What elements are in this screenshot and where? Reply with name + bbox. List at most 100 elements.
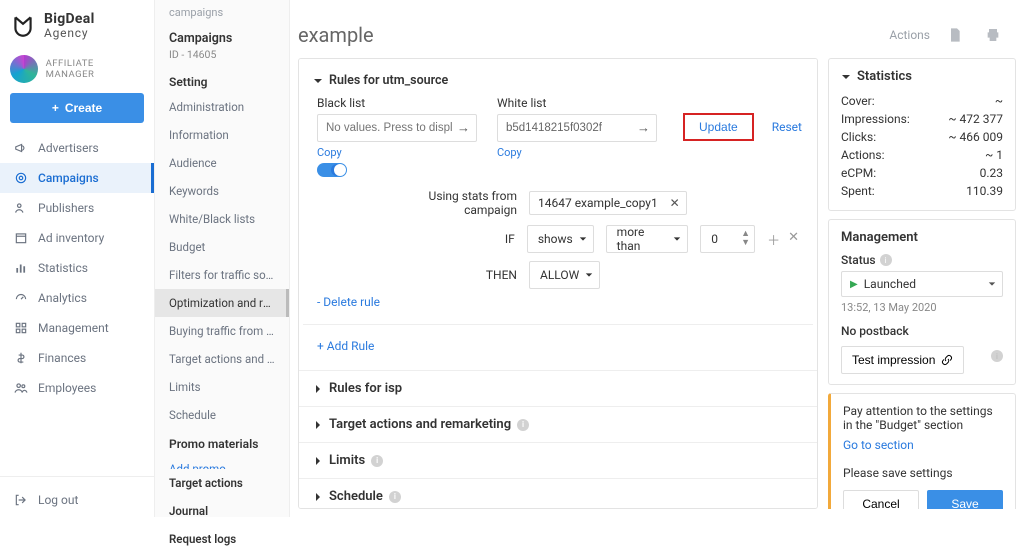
play-icon: ▶: [850, 279, 858, 290]
chevron-down-icon: [673, 235, 681, 243]
add-rule-link[interactable]: + Add Rule: [317, 339, 374, 353]
whitelist-input-wrap[interactable]: →: [497, 114, 657, 142]
caret-down-icon: [841, 72, 851, 82]
statistics-title: Statistics: [857, 69, 912, 84]
setting-item[interactable]: Filters for traffic sour…: [155, 261, 289, 289]
rule-toggle[interactable]: [317, 163, 347, 177]
whitelist-label: White list: [497, 96, 657, 110]
status-select[interactable]: ▶ Launched: [841, 271, 1003, 297]
rules-isp-title: Rules for isp: [329, 381, 402, 396]
test-impression-label: Test impression: [852, 353, 935, 367]
close-icon[interactable]: ✕: [670, 196, 680, 210]
rules-utm-source-header[interactable]: Rules for utm_source: [313, 69, 803, 96]
sub-item[interactable]: Target actions: [155, 469, 289, 497]
nav-label: Advertisers: [38, 141, 99, 155]
setting-item[interactable]: White/Black lists: [155, 205, 289, 233]
users-icon: [14, 201, 28, 215]
please-save-label: Please save settings: [843, 466, 1003, 480]
nav-item-statistics[interactable]: Statistics: [0, 253, 154, 283]
create-button[interactable]: + Create: [10, 93, 144, 123]
stat-value: 0.23: [980, 166, 1003, 180]
nav-label: Management: [38, 321, 109, 335]
save-button[interactable]: Save: [927, 490, 1003, 509]
nav-item-campaigns[interactable]: Campaigns: [0, 163, 154, 193]
section-header[interactable]: Target actions and remarketing i: [299, 406, 817, 442]
caret-right-icon: [313, 456, 323, 466]
sub-sidebar: campaigns Campaigns ID - 14605 Setting A…: [155, 0, 290, 517]
nav-item-analytics[interactable]: Analytics: [0, 283, 154, 313]
nav-item-advertisers[interactable]: Advertisers: [0, 133, 154, 163]
setting-item[interactable]: Administration: [155, 93, 289, 121]
update-button[interactable]: Update: [683, 113, 754, 141]
print-icon[interactable]: [980, 22, 1006, 48]
nav-item-management[interactable]: Management: [0, 313, 154, 343]
section-header[interactable]: Schedule i: [299, 478, 817, 509]
goto-section-link[interactable]: Go to section: [843, 438, 1003, 452]
test-impression-button[interactable]: Test impression: [841, 346, 964, 374]
setting-item[interactable]: Information: [155, 121, 289, 149]
if-op-select[interactable]: more than: [606, 225, 689, 253]
warning-card: Pay attention to the settings in the "Bu…: [828, 393, 1016, 509]
nav-item-finances[interactable]: Finances: [0, 343, 154, 373]
then-label: THEN: [477, 268, 517, 282]
campaign-chip[interactable]: 14647 example_copy1 ✕: [529, 191, 687, 215]
stat-row: eCPM:0.23: [841, 164, 1003, 182]
add-condition-icon[interactable]: ＋: [767, 230, 780, 249]
nav-item-publishers[interactable]: Publishers: [0, 193, 154, 223]
copy-blacklist[interactable]: Copy: [317, 146, 477, 159]
status-value: Launched: [864, 277, 916, 291]
arrow-right-icon[interactable]: →: [457, 120, 470, 136]
nav-label: Publishers: [38, 201, 94, 215]
setting-item[interactable]: Limits: [155, 373, 289, 401]
remove-condition-icon[interactable]: ✕: [788, 230, 799, 249]
nav-item-employees[interactable]: Employees: [0, 373, 154, 403]
no-postback-label: No postback: [841, 324, 1003, 338]
logout[interactable]: Log out: [0, 483, 154, 517]
actions-menu[interactable]: Actions: [889, 28, 930, 42]
whitelist-input[interactable]: [498, 122, 656, 134]
if-value-input[interactable]: 0 ▲▼: [700, 225, 755, 253]
stat-row: Spent:110.39: [841, 182, 1003, 200]
status-timestamp: 13:52, 13 May 2020: [841, 301, 1003, 314]
management-title: Management: [841, 230, 1003, 245]
blacklist-input[interactable]: [318, 122, 476, 134]
setting-item[interactable]: Audience: [155, 149, 289, 177]
reset-link[interactable]: Reset: [772, 120, 802, 134]
file-icon[interactable]: [942, 22, 968, 48]
blacklist-input-wrap[interactable]: →: [317, 114, 477, 142]
setting-item[interactable]: Budget: [155, 233, 289, 261]
campaign-chip-label: 14647 example_copy1: [538, 196, 658, 210]
budget-warning: Pay attention to the settings in the "Bu…: [843, 404, 1003, 432]
stepper-icon[interactable]: ▲▼: [741, 230, 750, 248]
setting-item[interactable]: Schedule: [155, 401, 289, 429]
stat-value: 110.39: [966, 184, 1003, 198]
arrow-right-icon[interactable]: →: [637, 120, 650, 136]
setting-item[interactable]: Optimization and rules: [155, 289, 289, 317]
add-promo-link[interactable]: Add promo: [155, 455, 289, 469]
chevron-down-icon: [988, 280, 996, 288]
setting-item[interactable]: Buying traffic from S…: [155, 317, 289, 345]
section-header[interactable]: Limits i: [299, 442, 817, 478]
nav-label: Ad inventory: [38, 231, 104, 245]
delete-rule-link[interactable]: - Delete rule: [317, 295, 380, 309]
sub-item[interactable]: Journal: [155, 497, 289, 525]
rules-isp-header[interactable]: Rules for isp: [299, 370, 817, 406]
stat-value: ~: [995, 94, 1003, 108]
logout-label: Log out: [38, 493, 78, 507]
nav-label: Analytics: [38, 291, 87, 305]
sub-item[interactable]: Request logs: [155, 525, 289, 553]
copy-whitelist[interactable]: Copy: [497, 146, 657, 159]
using-stats-label: Using stats from campaign: [377, 189, 517, 217]
nav-item-ad-inventory[interactable]: Ad inventory: [0, 223, 154, 253]
profile[interactable]: AFFILIATE MANAGER: [0, 49, 154, 93]
then-action-value: ALLOW: [540, 268, 579, 282]
if-metric-select[interactable]: shows: [527, 225, 594, 253]
if-label: IF: [477, 232, 515, 246]
setting-item[interactable]: Target actions and re…: [155, 345, 289, 373]
setting-item[interactable]: Keywords: [155, 177, 289, 205]
cancel-button[interactable]: Cancel: [843, 490, 919, 509]
logo: BigDeal Agency: [0, 0, 154, 49]
then-action-select[interactable]: ALLOW: [529, 261, 600, 289]
section-title: Limits: [329, 453, 365, 468]
logout-icon: [14, 493, 28, 507]
